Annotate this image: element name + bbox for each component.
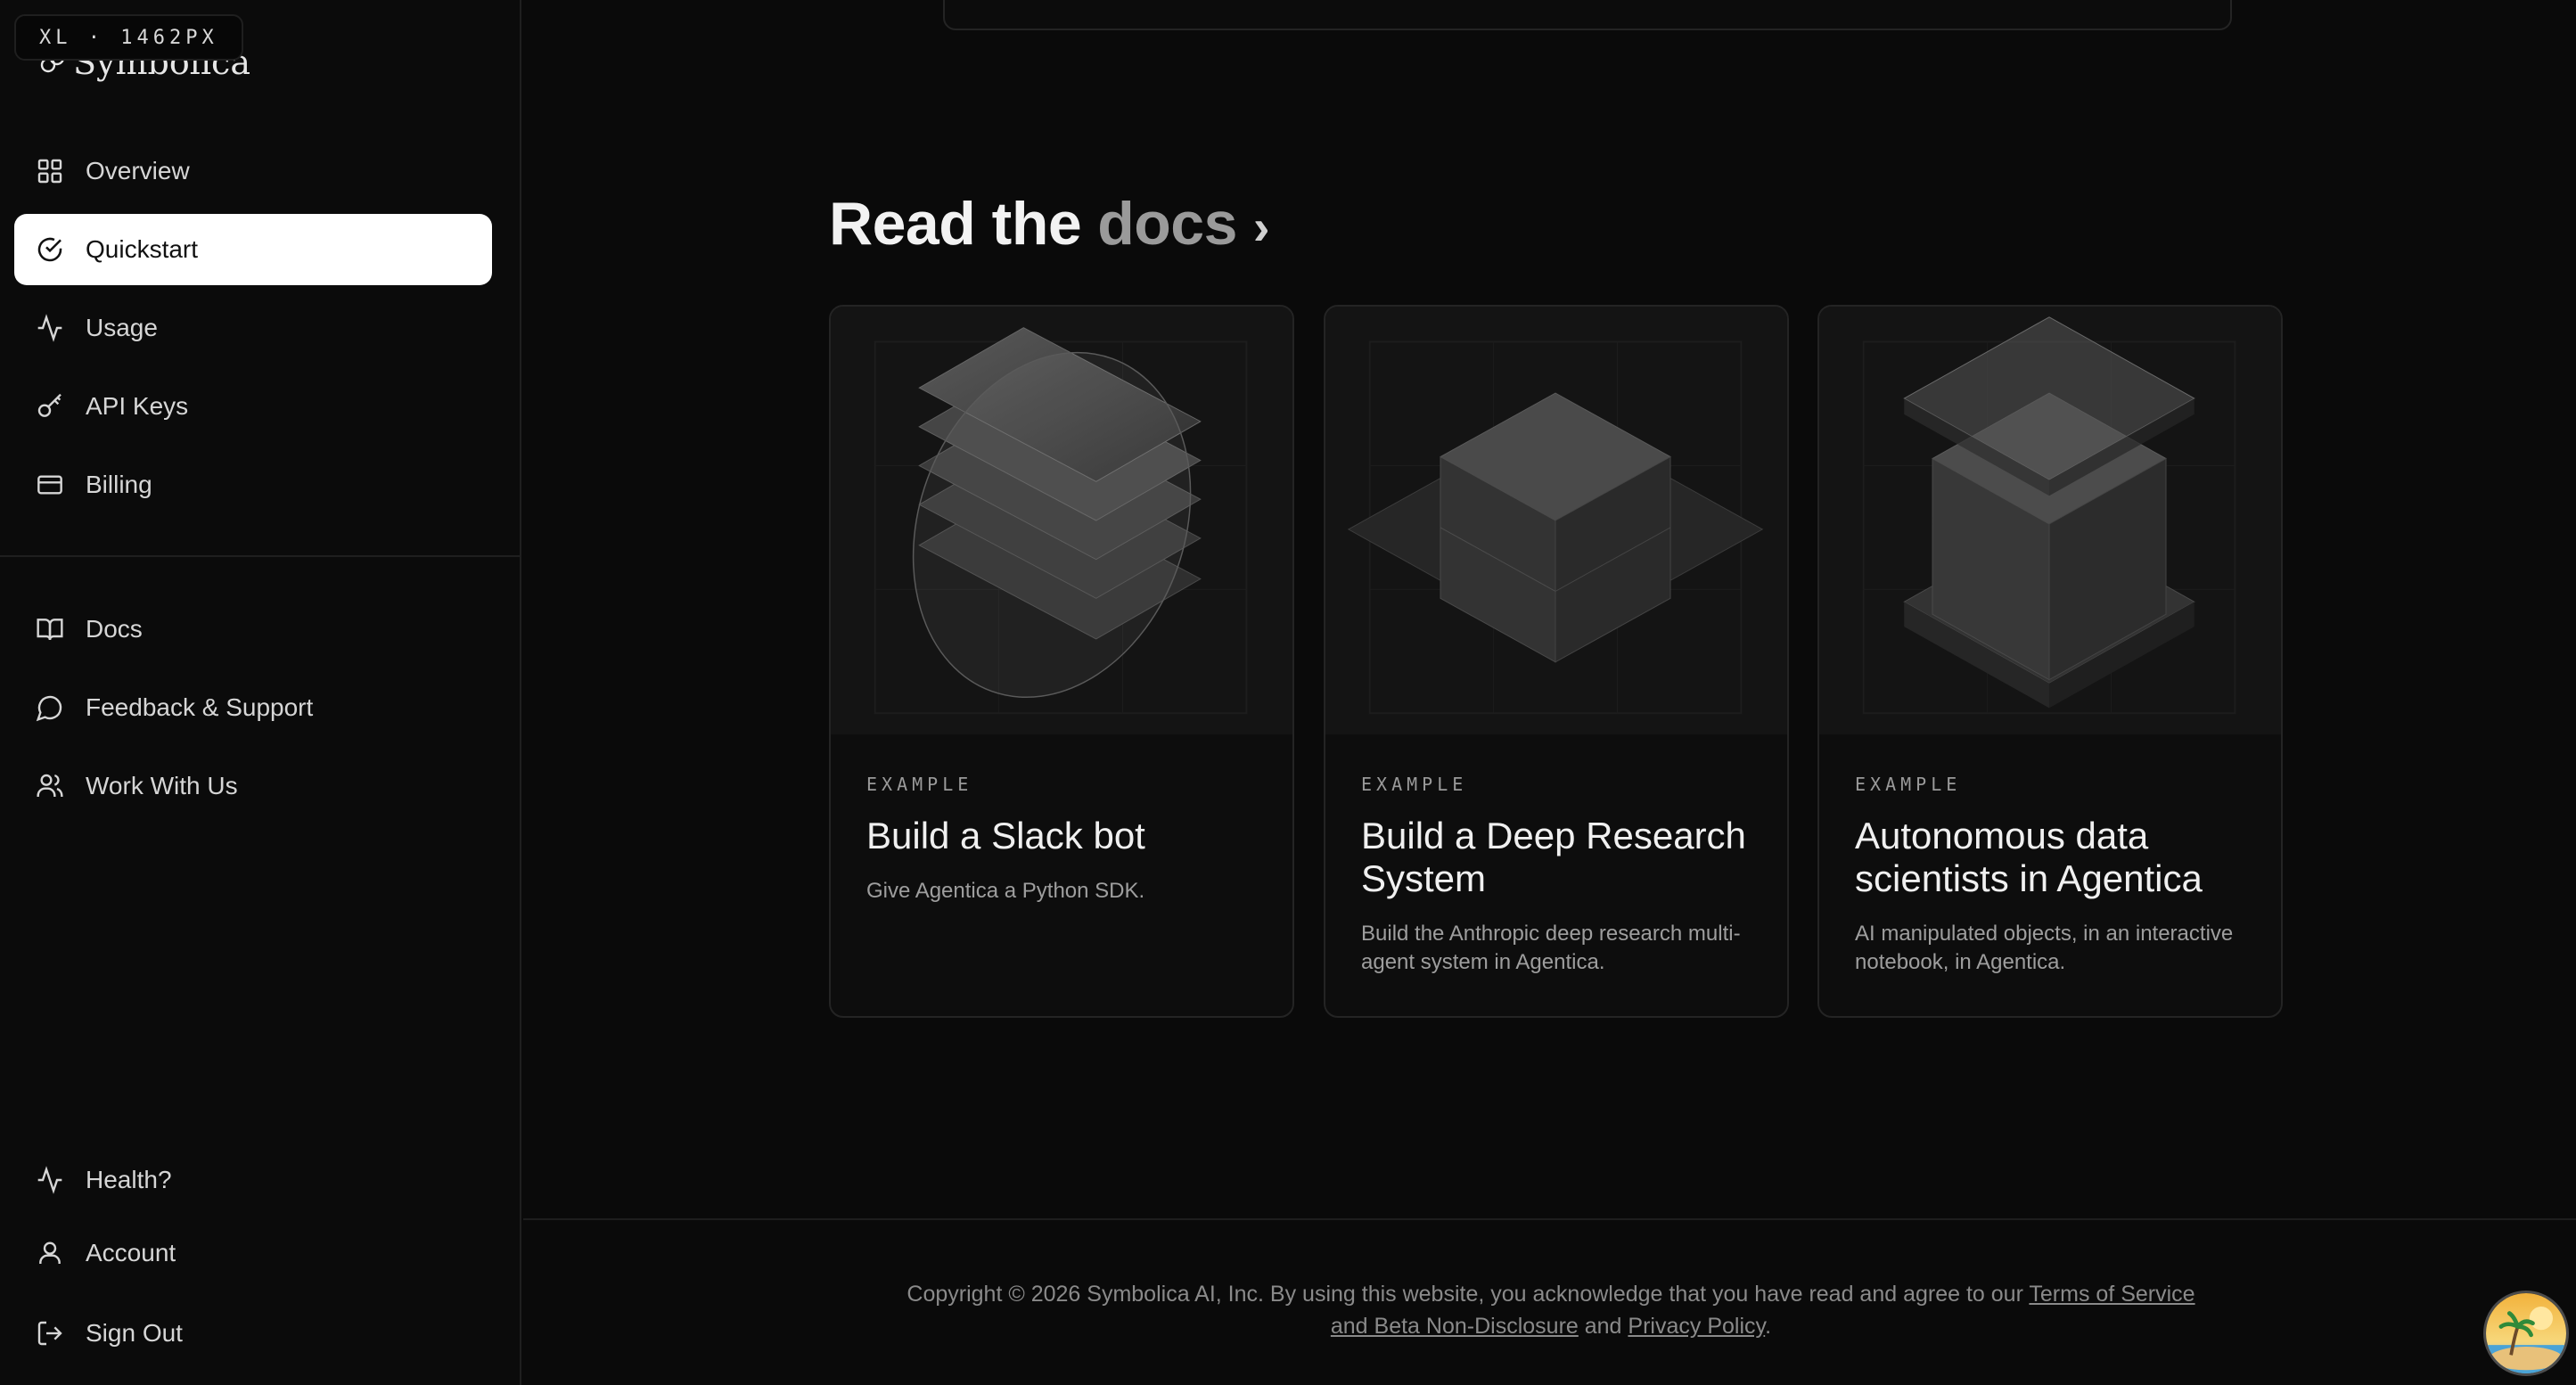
book-icon xyxy=(37,619,63,641)
section-title[interactable]: Read the docs › xyxy=(829,189,1270,258)
nav-api-keys[interactable]: API Keys xyxy=(14,371,492,442)
footer-divider xyxy=(523,1218,2576,1220)
footer-copyright: Copyright © 2026 Symbolica AI, Inc. By u… xyxy=(907,1282,2023,1307)
nav-overview[interactable]: Overview xyxy=(14,135,492,207)
footer-period: . xyxy=(1765,1314,1772,1339)
nav-usage-label: Usage xyxy=(86,314,158,341)
example-card-autonomous-data-scientists[interactable]: EXAMPLE Autonomous data scientists in Ag… xyxy=(1817,305,2283,1018)
breakpoint-badge: XL · 1462PX xyxy=(14,14,243,61)
nav-sign-out-label: Sign Out xyxy=(86,1319,183,1347)
card-kicker: EXAMPLE xyxy=(1855,774,1962,795)
cube-between-plates-illustration xyxy=(1862,316,2236,715)
card-title: Build a Deep Research System xyxy=(1361,815,1746,899)
previous-card-edge xyxy=(943,0,2232,30)
card-kicker: EXAMPLE xyxy=(866,774,973,795)
section-title-accent: docs xyxy=(1097,190,1237,258)
message-icon xyxy=(36,695,62,722)
chevron-right-icon: › xyxy=(1252,199,1270,255)
card-body: EXAMPLE Autonomous data scientists in Ag… xyxy=(1855,774,2247,977)
card-body: EXAMPLE Build a Slack bot Give Agentica … xyxy=(866,774,1259,906)
logout-icon xyxy=(37,1321,62,1346)
footer-and: and xyxy=(1584,1314,1622,1339)
card-kicker: EXAMPLE xyxy=(1361,774,1468,795)
card-title: Autonomous data scientists in Agentica xyxy=(1855,815,2203,899)
nav-health-label: Health? xyxy=(86,1166,172,1193)
nav-account-label: Account xyxy=(86,1239,176,1266)
example-card-slack-bot[interactable]: EXAMPLE Build a Slack bot Give Agentica … xyxy=(829,305,1294,1018)
sidebar: XL · 1462PX Symbolica Overview Quickstar… xyxy=(0,0,521,1385)
nav-account[interactable]: Account xyxy=(14,1217,492,1289)
app-root: XL · 1462PX Symbolica Overview Quickstar… xyxy=(0,0,2576,1385)
stacked-layers-illustration xyxy=(874,327,1248,715)
activity-icon xyxy=(37,1166,62,1194)
nav-health[interactable]: Health? xyxy=(14,1144,492,1216)
privacy-link[interactable]: Privacy Policy xyxy=(1628,1314,1765,1339)
card-title: Build a Slack bot xyxy=(866,815,1145,856)
nav-overview-label: Overview xyxy=(86,157,190,184)
card-illustration xyxy=(1325,307,1787,734)
section-title-prefix: Read the xyxy=(829,190,1082,258)
card-body: EXAMPLE Build a Deep Research System Bui… xyxy=(1361,774,1753,977)
user-icon xyxy=(39,1242,61,1264)
card-illustration xyxy=(1819,307,2281,734)
nav-quickstart-label: Quickstart xyxy=(86,235,199,263)
check-circle-icon xyxy=(37,237,62,262)
nav-usage[interactable]: Usage xyxy=(14,292,492,364)
nav-work-label: Work With Us xyxy=(86,772,238,799)
card-description: AI manipulated objects, in an interactiv… xyxy=(1855,922,2234,974)
card-description: Give Agentica a Python SDK. xyxy=(866,879,1145,903)
nav-sign-out[interactable]: Sign Out xyxy=(14,1298,492,1369)
floating-avatar-button[interactable] xyxy=(2483,1291,2569,1376)
grid-icon xyxy=(37,159,62,184)
nav-docs-label: Docs xyxy=(86,615,143,643)
example-card-deep-research[interactable]: EXAMPLE Build a Deep Research System Bui… xyxy=(1324,305,1789,1018)
nav-billing[interactable]: Billing xyxy=(14,449,492,520)
nav-quickstart[interactable]: Quickstart xyxy=(14,214,492,285)
credit-card-icon xyxy=(37,475,62,495)
nav-work-with-us[interactable]: Work With Us xyxy=(14,750,492,822)
footer: Copyright © 2026 Symbolica AI, Inc. By u… xyxy=(891,1278,2211,1342)
beach-avatar-icon xyxy=(2486,1293,2566,1373)
card-description: Build the Anthropic deep research multi-… xyxy=(1361,922,1741,974)
nav-feedback-label: Feedback & Support xyxy=(86,693,314,721)
users-icon xyxy=(37,774,63,797)
card-illustration xyxy=(831,307,1292,734)
nav-docs[interactable]: Docs xyxy=(14,594,492,665)
nav-api-keys-label: API Keys xyxy=(86,392,189,420)
cube-on-plane-illustration xyxy=(1347,340,1764,715)
key-icon xyxy=(37,393,62,417)
sidebar-divider xyxy=(0,555,521,557)
activity-icon xyxy=(37,314,62,342)
nav-feedback-support[interactable]: Feedback & Support xyxy=(14,672,492,743)
nav-billing-label: Billing xyxy=(86,471,152,498)
